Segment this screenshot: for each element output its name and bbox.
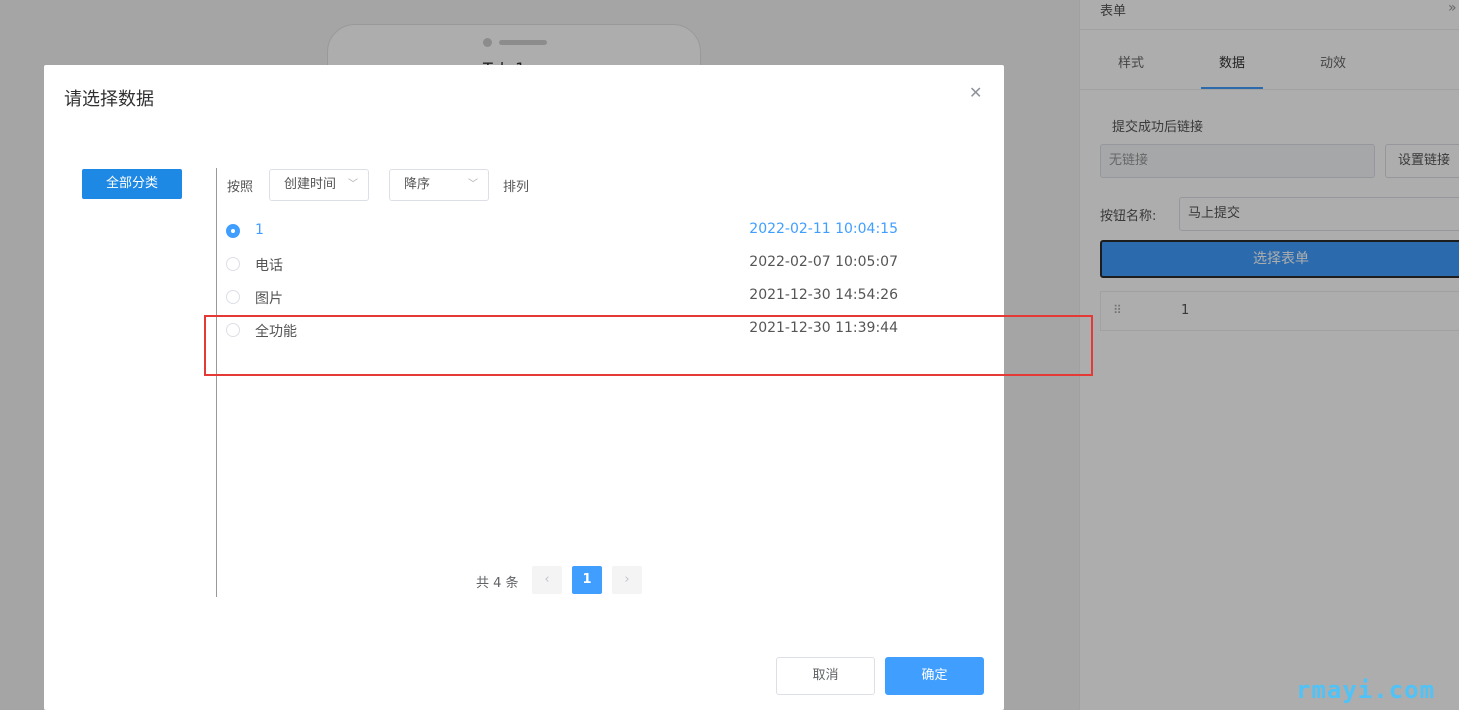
row-name: 电话: [255, 258, 283, 274]
page-number-button[interactable]: 1: [572, 566, 602, 594]
confirm-button[interactable]: 确定: [885, 657, 984, 695]
chevron-left-icon[interactable]: ‹: [532, 566, 562, 594]
cancel-button[interactable]: 取消: [776, 657, 875, 695]
pagination-total: 共 4 条: [476, 576, 519, 591]
row-time: 2022-02-07 10:05:07: [749, 254, 898, 270]
category-all-button[interactable]: 全部分类: [82, 169, 182, 199]
list-item[interactable]: 图片 2021-12-30 14:54:26: [226, 282, 898, 315]
sort-field-value: 创建时间: [284, 177, 337, 192]
annotation-highlight-box: [204, 315, 1093, 376]
sort-suffix-label: 排列: [503, 180, 530, 195]
list-item[interactable]: 电话 2022-02-07 10:05:07: [226, 249, 898, 282]
row-time: 2021-12-30 14:54:26: [749, 287, 898, 303]
chevron-down-icon: ﹀: [468, 179, 478, 190]
radio-button[interactable]: [226, 257, 240, 271]
sort-field-select[interactable]: 创建时间 ﹀: [269, 169, 369, 201]
chevron-right-icon[interactable]: ›: [612, 566, 642, 594]
sort-order-value: 降序: [404, 177, 431, 192]
close-icon[interactable]: ✕: [969, 83, 982, 102]
watermark-logo: rmayi.com: [1296, 676, 1436, 704]
dialog-title: 请选择数据: [64, 89, 154, 110]
radio-button[interactable]: [226, 224, 240, 238]
row-name: 图片: [255, 291, 283, 307]
sort-prefix-label: 按照: [227, 180, 254, 195]
list-item[interactable]: 1 2022-02-11 10:04:15: [226, 216, 898, 249]
radio-button[interactable]: [226, 290, 240, 304]
chevron-down-icon: ﹀: [348, 179, 358, 190]
row-time: 2022-02-11 10:04:15: [749, 221, 898, 237]
vertical-divider: [216, 168, 217, 597]
sort-order-select[interactable]: 降序 ﹀: [389, 169, 489, 201]
select-data-dialog: 请选择数据 ✕ 全部分类 按照 创建时间 ﹀ 降序 ﹀ 排列 1 2022-02…: [44, 65, 1004, 710]
row-name: 1: [255, 222, 264, 238]
